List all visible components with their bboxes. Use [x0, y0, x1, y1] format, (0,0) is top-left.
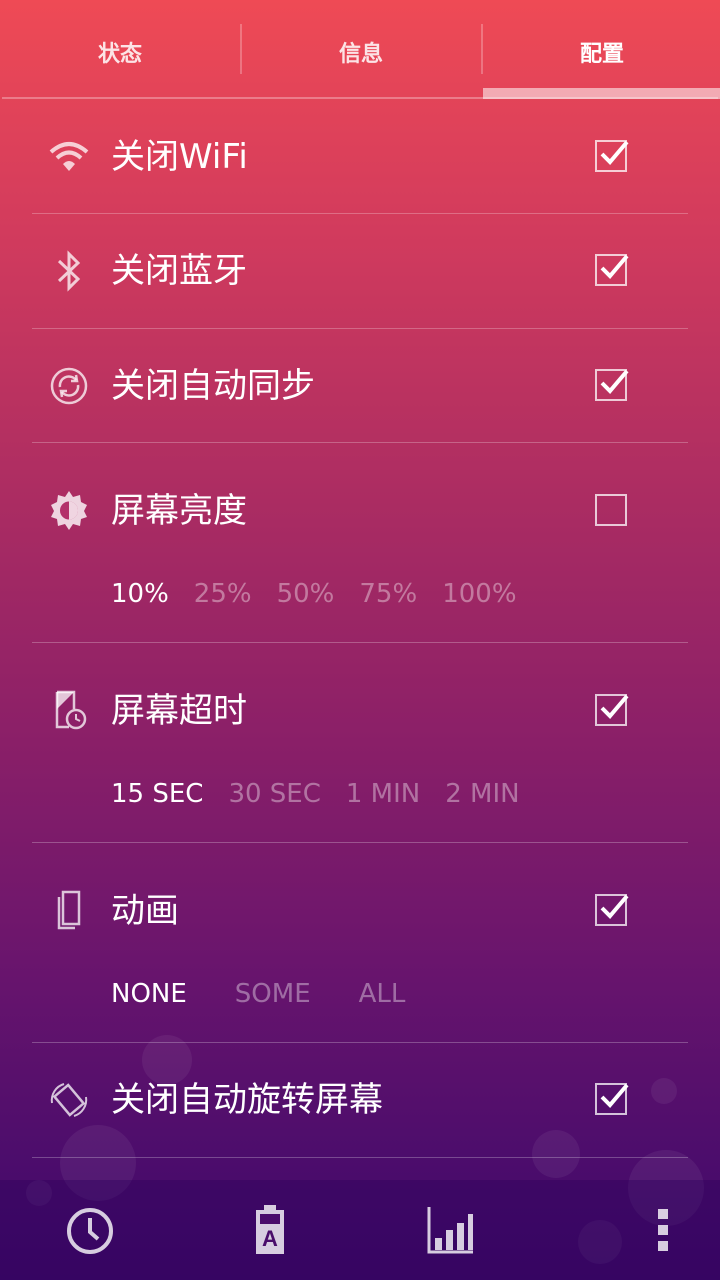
divider [32, 1157, 688, 1158]
setting-auto-rotate[interactable]: 关闭自动旋转屏幕 [0, 1043, 720, 1157]
tab-info[interactable]: 信息 [241, 0, 481, 100]
setting-label: 关闭自动同步 [111, 366, 315, 406]
brightness-checkbox[interactable] [595, 494, 627, 526]
option-10[interactable]: 10% [111, 579, 169, 609]
bar-chart-icon[interactable] [426, 1205, 476, 1255]
setting-bluetooth[interactable]: 关闭蓝牙 [0, 214, 720, 328]
screen-timeout-icon [48, 689, 90, 731]
option-100[interactable]: 100% [442, 579, 516, 609]
setting-brightness[interactable]: 屏幕亮度 10% 25% 50% 75% 100% [0, 443, 720, 642]
tab-label: 信息 [338, 42, 383, 67]
option-1-min[interactable]: 1 MIN [346, 779, 420, 809]
bluetooth-checkbox[interactable] [595, 254, 629, 286]
auto-sync-checkbox[interactable] [595, 369, 629, 401]
screen-timeout-checkbox[interactable] [595, 694, 629, 726]
screen-timeout-options: 15 SEC 30 SEC 1 MIN 2 MIN [111, 779, 545, 809]
option-some[interactable]: SOME [235, 979, 311, 1009]
setting-label: 关闭WiFi [111, 137, 248, 177]
option-30-sec[interactable]: 30 SEC [228, 779, 320, 809]
tab-label: 配置 [579, 42, 624, 67]
bluetooth-icon [48, 250, 90, 292]
option-none[interactable]: NONE [111, 979, 187, 1009]
clock-icon[interactable] [64, 1205, 116, 1257]
option-all[interactable]: ALL [359, 979, 406, 1009]
setting-wifi[interactable]: 关闭WiFi [0, 100, 720, 214]
setting-animation[interactable]: 动画 NONE SOME ALL [0, 843, 720, 1042]
battery-letter: A [262, 1226, 278, 1251]
setting-label: 关闭蓝牙 [111, 251, 247, 291]
setting-label: 屏幕超时 [111, 691, 247, 731]
battery-a-icon[interactable]: A [252, 1204, 288, 1256]
wifi-icon [48, 136, 90, 178]
tab-active-indicator [483, 88, 720, 99]
tab-status[interactable]: 状态 [0, 0, 240, 100]
brightness-options: 10% 25% 50% 75% 100% [111, 579, 542, 609]
animation-checkbox[interactable] [595, 894, 629, 926]
option-2-min[interactable]: 2 MIN [445, 779, 519, 809]
animation-icon [48, 889, 90, 931]
animation-options: NONE SOME ALL [111, 979, 430, 1009]
tab-bar: 状态 信息 配置 [0, 0, 720, 100]
setting-screen-timeout[interactable]: 屏幕超时 15 SEC 30 SEC 1 MIN 2 MIN [0, 643, 720, 842]
setting-label: 动画 [111, 891, 179, 931]
brightness-icon [48, 489, 90, 531]
option-75[interactable]: 75% [359, 579, 417, 609]
auto-rotate-icon [48, 1079, 90, 1121]
overflow-menu-icon[interactable] [650, 1206, 676, 1254]
option-50[interactable]: 50% [277, 579, 335, 609]
wifi-checkbox[interactable] [595, 140, 629, 172]
tab-config[interactable]: 配置 [482, 0, 720, 100]
option-25[interactable]: 25% [194, 579, 252, 609]
tab-label: 状态 [97, 42, 142, 67]
setting-label: 屏幕亮度 [111, 491, 247, 531]
auto-rotate-checkbox[interactable] [595, 1083, 629, 1115]
setting-auto-sync[interactable]: 关闭自动同步 [0, 329, 720, 443]
setting-label: 关闭自动旋转屏幕 [111, 1080, 383, 1120]
option-15-sec[interactable]: 15 SEC [111, 779, 203, 809]
sync-icon [48, 365, 90, 407]
